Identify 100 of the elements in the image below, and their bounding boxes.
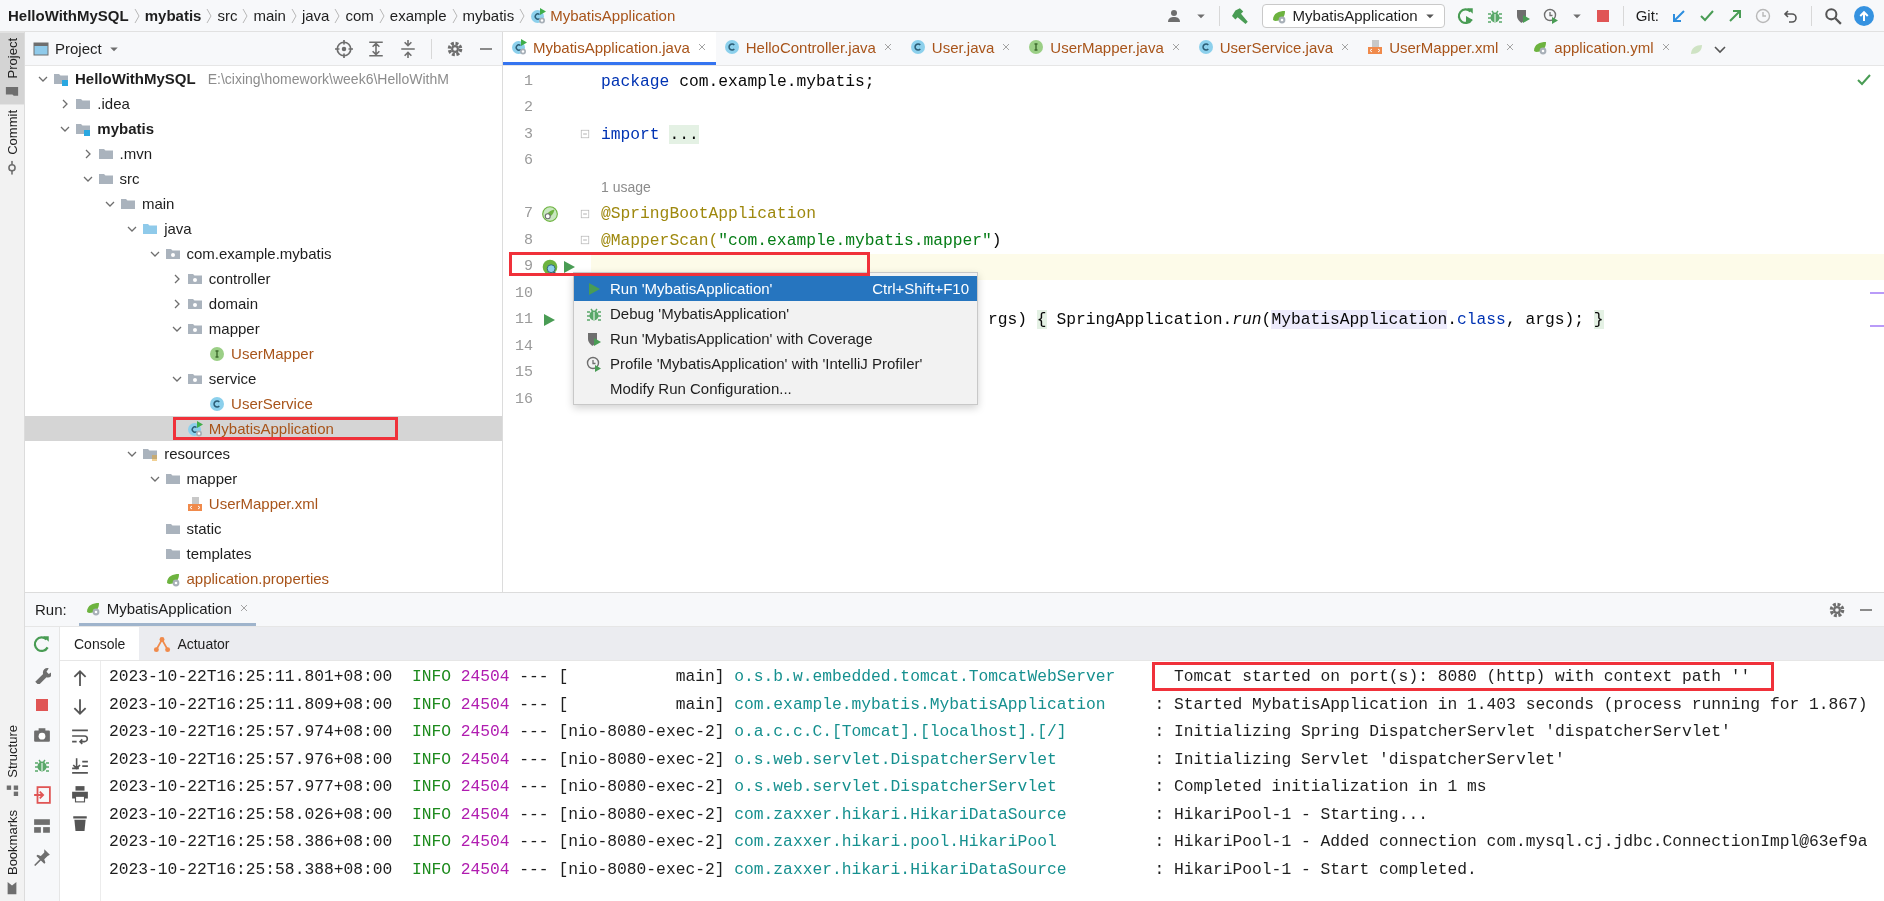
settings-icon[interactable] [1828, 600, 1846, 619]
tool-window-tab[interactable]: Bookmarks [0, 803, 24, 901]
tree-row[interactable]: mapper [25, 316, 502, 341]
tree-row[interactable]: src [25, 166, 502, 191]
log-message: : HikariPool-1 - Start completed. [1154, 859, 1477, 879]
tree-row[interactable]: static [25, 516, 502, 541]
expand-all-icon[interactable] [367, 39, 385, 58]
locate-icon[interactable] [335, 39, 353, 58]
tree-row[interactable]: application.properties [25, 566, 502, 591]
run-configuration-dropdown[interactable]: MybatisApplication [1261, 3, 1445, 28]
tool-window-tab[interactable]: Structure [0, 719, 24, 804]
editor-tab[interactable]: HelloController.java [715, 32, 902, 65]
log-logger: o.a.c.c.C.[Tomcat].[localhost].[/] [734, 722, 1068, 742]
menu-item[interactable]: Profile 'MybatisApplication' with 'IntelliJ Profiler' [574, 351, 977, 376]
coverage-shield-icon[interactable] [1514, 7, 1531, 24]
tree-row[interactable]: MybatisApplication [25, 416, 502, 441]
tree-row[interactable]: domain [25, 291, 502, 316]
editor-tab[interactable]: UserService.java [1189, 32, 1360, 65]
tree-row[interactable]: resources [25, 441, 502, 466]
rerun-icon[interactable] [1456, 6, 1475, 25]
collapse-all-icon[interactable] [399, 39, 417, 58]
breadcrumb-item[interactable]: mybatis [462, 7, 515, 24]
breadcrumb-item[interactable]: main [253, 7, 286, 24]
spring-run-icon[interactable] [541, 257, 559, 276]
menu-item[interactable]: Run 'MybatisApplication' with Coverage [574, 326, 977, 351]
project-view-dropdown[interactable]: Project [33, 40, 120, 57]
line-number: 16 [514, 390, 533, 408]
settings-icon[interactable] [446, 39, 464, 58]
search-icon[interactable] [1824, 6, 1842, 25]
spring-config-icon [1532, 39, 1549, 55]
tree-row[interactable]: .idea [25, 91, 502, 116]
tree-row[interactable]: mapper [25, 466, 502, 491]
tree-row[interactable]: templates [25, 541, 502, 566]
bookmark-icon [5, 881, 19, 895]
breadcrumb-separator-icon [205, 6, 214, 25]
editor-tab[interactable]: application.yml [1524, 32, 1680, 65]
editor-tab[interactable]: User.java [901, 32, 1021, 65]
tree-row[interactable]: main [25, 191, 502, 216]
tree-row[interactable]: .mvn [25, 141, 502, 166]
tree-row[interactable]: java [25, 216, 502, 241]
update-arrow-icon[interactable] [1671, 7, 1687, 24]
editor-tab[interactable]: UserMapper.xml [1359, 32, 1525, 65]
camera-icon[interactable] [33, 726, 51, 744]
stop-icon[interactable] [1594, 7, 1611, 24]
stop-icon[interactable] [34, 697, 50, 713]
fold-marker-icon[interactable] [579, 128, 591, 141]
code-line: import ... [600, 124, 699, 144]
breadcrumb-item[interactable]: mybatis [144, 7, 202, 24]
tree-row[interactable]: service [25, 366, 502, 391]
update-icon[interactable] [1854, 5, 1874, 26]
layout-icon[interactable] [33, 817, 51, 835]
breadcrumb-item[interactable]: HelloWithMySQL [8, 7, 129, 24]
log-level: INFO [411, 749, 452, 769]
log-pid: 24504 [460, 749, 511, 769]
fold-marker-icon[interactable] [579, 234, 591, 247]
console-tab[interactable]: Actuator [139, 627, 244, 660]
tree-item-label: MybatisApplication [208, 420, 334, 437]
up-arrow-icon[interactable] [71, 669, 89, 687]
exit-icon[interactable] [33, 786, 51, 804]
wrench-icon[interactable] [33, 666, 51, 684]
console-tab[interactable]: Console [60, 627, 140, 660]
tree-row[interactable]: UserMapper [25, 341, 502, 366]
breadcrumb-item[interactable]: MybatisApplication [550, 7, 676, 24]
tree-row[interactable]: HelloWithMySQL E:\cixing\homework\week6\HelloWithM [25, 66, 502, 91]
breadcrumb-item[interactable]: src [217, 7, 238, 24]
breadcrumb-item[interactable]: com [345, 7, 374, 24]
user-icon[interactable] [1166, 7, 1183, 24]
rerun-icon[interactable] [33, 635, 51, 653]
menu-item[interactable]: Modify Run Configuration... [574, 376, 977, 401]
log-logger: com.example.mybatis.MybatisApplication [734, 694, 1107, 714]
editor-tab[interactable]: MybatisApplication.java [503, 32, 716, 65]
tree-row[interactable]: com.example.mybatis [25, 241, 502, 266]
log-logger: o.s.b.w.embedded.tomcat.TomcatWebServer [734, 667, 1117, 687]
profiler-icon[interactable] [1542, 7, 1559, 24]
scroll-to-end-icon[interactable] [71, 756, 89, 774]
menu-item[interactable]: Run 'MybatisApplication' Ctrl+Shift+F10 [574, 276, 977, 301]
bug-icon[interactable] [34, 757, 50, 773]
trash-icon[interactable] [71, 814, 89, 832]
run-icon[interactable] [561, 258, 577, 275]
down-arrow-icon[interactable] [71, 698, 89, 716]
soft-wrap-icon[interactable] [71, 727, 89, 745]
rollback-icon[interactable] [1783, 7, 1799, 24]
menu-item[interactable]: Debug 'MybatisApplication' [574, 301, 977, 326]
hammer-icon[interactable] [1231, 6, 1250, 25]
pin-icon[interactable] [33, 848, 51, 866]
breadcrumb-item[interactable]: example [389, 7, 447, 24]
tree-row[interactable]: mybatis [25, 116, 502, 141]
print-icon[interactable] [71, 785, 89, 803]
fold-marker-icon[interactable] [579, 207, 591, 220]
push-arrow-icon[interactable] [1727, 7, 1743, 24]
tree-row[interactable]: controller [25, 266, 502, 291]
editor-tab[interactable]: UserMapper.java [1020, 32, 1190, 65]
tool-window-tab[interactable]: Commit [0, 104, 24, 182]
breadcrumb-item[interactable]: java [301, 7, 330, 24]
run-icon [586, 280, 602, 297]
tool-window-tab[interactable]: Project [0, 32, 24, 105]
tree-row[interactable]: UserService [25, 391, 502, 416]
run-icon[interactable] [541, 311, 557, 328]
tree-row[interactable]: UserMapper.xml [25, 491, 502, 516]
xml-file-icon [186, 495, 203, 512]
